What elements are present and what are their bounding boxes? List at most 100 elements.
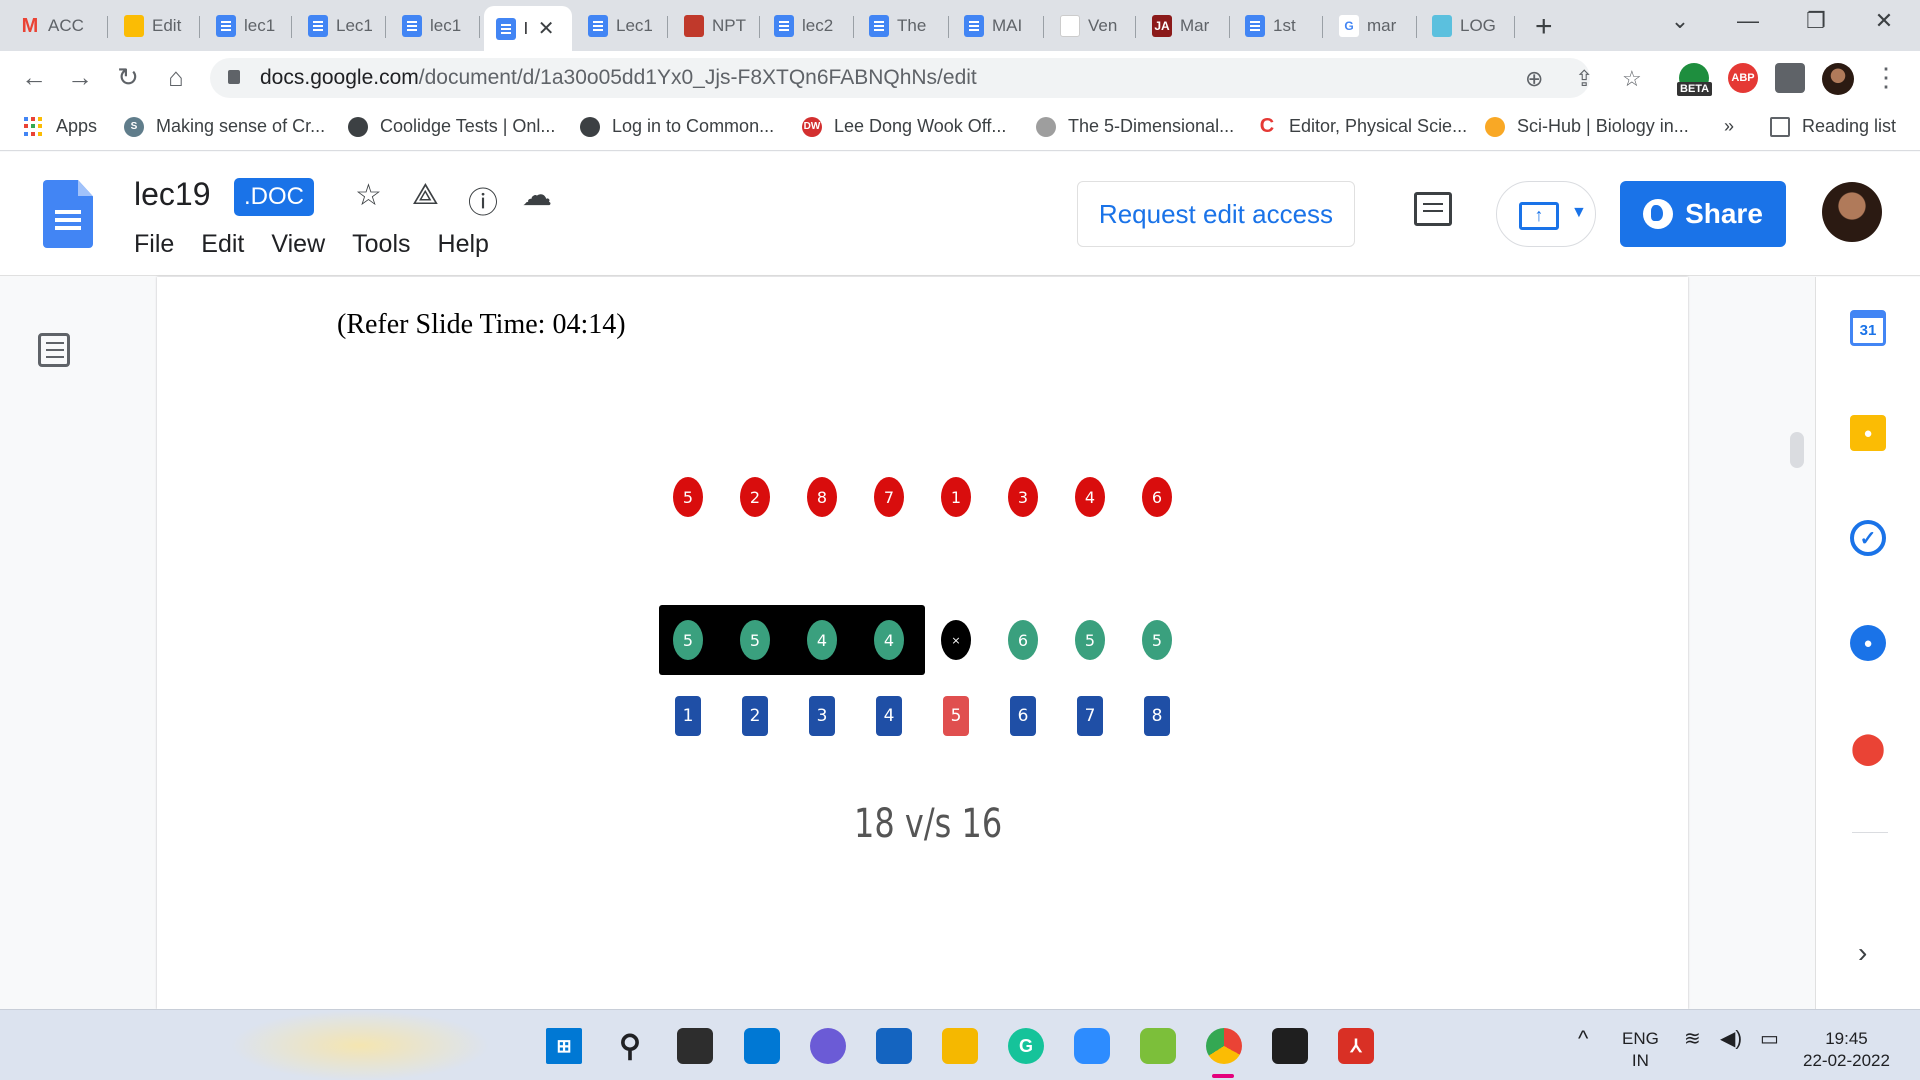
volume-icon[interactable]: ◀) xyxy=(1720,1028,1742,1050)
clock[interactable]: 19:45 22-02-2022 xyxy=(1803,1028,1890,1072)
home-button[interactable]: ⌂ xyxy=(160,62,192,93)
chrome-menu-icon[interactable]: ⋮ xyxy=(1870,62,1902,93)
acrobat-icon[interactable]: ⅄ xyxy=(1338,1028,1374,1064)
chevron-right-icon[interactable]: › xyxy=(1858,937,1867,969)
bookmark-item[interactable]: Log in to Common... xyxy=(580,116,774,137)
tab-active[interactable]: l ✕ xyxy=(484,6,572,51)
browser-tab[interactable]: NPT xyxy=(672,8,760,44)
document-title[interactable]: lec19 xyxy=(134,176,211,213)
nptel-icon xyxy=(684,15,704,37)
menu-view[interactable]: View xyxy=(271,230,325,259)
teams-chat-icon[interactable] xyxy=(810,1028,846,1064)
widgets-icon[interactable] xyxy=(744,1028,780,1064)
zoom-icon[interactable]: ⊕ xyxy=(1525,66,1543,92)
adblock-icon[interactable]: ABP xyxy=(1728,63,1758,93)
bookmark-item[interactable]: S Making sense of Cr... xyxy=(124,116,325,137)
comments-icon[interactable] xyxy=(1414,192,1452,226)
menu-edit[interactable]: Edit xyxy=(201,230,244,259)
cloud-status-icon[interactable]: ☁ xyxy=(522,178,552,213)
close-tab-icon[interactable]: ✕ xyxy=(538,16,555,41)
scihub-icon xyxy=(1485,116,1505,137)
search-icon[interactable]: ⚲ xyxy=(612,1028,648,1064)
bookmark-item[interactable]: DW Lee Dong Wook Off... xyxy=(802,116,1006,137)
profile-avatar[interactable] xyxy=(1822,63,1854,95)
docs-icon xyxy=(774,15,794,37)
notes-app-icon[interactable] xyxy=(1140,1028,1176,1064)
tab-label: MAI xyxy=(992,16,1023,35)
close-window-button[interactable]: ✕ xyxy=(1864,8,1904,34)
browser-tab[interactable]: The xyxy=(857,8,949,44)
red-number-circle: 6 xyxy=(1142,477,1172,517)
lock-icon xyxy=(228,70,240,84)
move-to-drive-icon[interactable]: ⟁ xyxy=(412,178,439,212)
maps-icon[interactable]: ⬤ xyxy=(1850,730,1886,766)
browser-tab[interactable]: Ven xyxy=(1048,8,1136,44)
battery-icon[interactable]: ▭ xyxy=(1760,1028,1779,1050)
docs-logo-icon[interactable] xyxy=(43,180,93,248)
vertical-scrollbar[interactable] xyxy=(1790,432,1804,468)
wifi-icon[interactable]: ≋ xyxy=(1684,1028,1701,1050)
tab-search-chevron-icon[interactable]: ⌄ xyxy=(1660,8,1700,34)
store-icon[interactable] xyxy=(876,1028,912,1064)
browser-tab[interactable]: Gmar xyxy=(1327,8,1417,44)
start-windows-icon[interactable]: ⊞ xyxy=(546,1028,582,1064)
bookmark-apps[interactable]: Apps xyxy=(24,116,97,137)
zoom-app-icon[interactable] xyxy=(1074,1028,1110,1064)
sticky-notes-icon[interactable] xyxy=(1272,1028,1308,1064)
present-button[interactable]: ↑ ▼ xyxy=(1496,181,1596,247)
extensions-puzzle-icon[interactable] xyxy=(1775,63,1805,93)
browser-tab[interactable]: LOG xyxy=(1420,8,1515,44)
request-edit-access-button[interactable]: Request edit access xyxy=(1077,181,1355,247)
index-box: 8 xyxy=(1144,696,1170,736)
info-icon[interactable]: ⓘ xyxy=(468,178,498,222)
tab-separator xyxy=(291,16,292,38)
chrome-icon[interactable] xyxy=(1206,1028,1242,1064)
menu-help[interactable]: Help xyxy=(438,230,489,259)
keep-icon[interactable]: ● xyxy=(1850,415,1886,451)
browser-tab[interactable]: MAI xyxy=(952,8,1044,44)
browser-tab[interactable]: Lec1 xyxy=(576,8,668,44)
docs-icon xyxy=(1245,15,1265,37)
new-tab-button[interactable]: + xyxy=(1535,10,1553,44)
account-avatar[interactable] xyxy=(1822,182,1882,242)
tab-label: 1st xyxy=(1273,16,1296,35)
reading-list[interactable]: Reading list xyxy=(1770,116,1896,137)
reload-button[interactable]: ↻ xyxy=(112,62,144,93)
star-icon[interactable]: ☆ xyxy=(355,178,382,213)
menu-tools[interactable]: Tools xyxy=(352,230,410,259)
bookmark-item[interactable]: Sci-Hub | Biology in... xyxy=(1485,116,1689,137)
file-explorer-icon[interactable] xyxy=(942,1028,978,1064)
bookmark-item[interactable]: The 5-Dimensional... xyxy=(1036,116,1234,137)
document-outline-icon[interactable] xyxy=(38,333,70,367)
bookmark-item[interactable]: Coolidge Tests | Onl... xyxy=(348,116,555,137)
tray-overflow-chevron-icon[interactable]: ^ xyxy=(1578,1028,1588,1050)
browser-tab[interactable]: Edit xyxy=(112,8,200,44)
browser-tab[interactable]: lec1 xyxy=(204,8,292,44)
calendar-icon[interactable]: 31 xyxy=(1850,310,1886,346)
slide-time-reference: (Refer Slide Time: 04:14) xyxy=(337,309,626,340)
menu-file[interactable]: File xyxy=(134,230,174,259)
share-page-icon[interactable]: ⇪ xyxy=(1575,66,1593,92)
browser-tab[interactable]: M ACC xyxy=(8,8,108,44)
share-button[interactable]: Share xyxy=(1620,181,1786,247)
red-number-circle: 3 xyxy=(1008,477,1038,517)
input-language[interactable]: ENG IN xyxy=(1622,1028,1659,1072)
address-bar[interactable]: docs.google.com/document/d/1a30o05dd1Yx0… xyxy=(210,58,1642,98)
restore-button[interactable]: ❐ xyxy=(1796,8,1836,34)
minimize-button[interactable]: — xyxy=(1728,8,1768,34)
grammarly-icon[interactable]: G xyxy=(1008,1028,1044,1064)
forward-button[interactable]: → xyxy=(64,62,96,93)
contacts-icon[interactable]: ● xyxy=(1850,625,1886,661)
browser-tab[interactable]: lec2 xyxy=(762,8,854,44)
browser-tab[interactable]: Lec1 xyxy=(296,8,386,44)
bookmark-item[interactable]: C Editor, Physical Scie... xyxy=(1257,115,1467,137)
green-number-circle: 6 xyxy=(1008,620,1038,660)
browser-tab[interactable]: JA Mar xyxy=(1140,8,1230,44)
back-button[interactable]: ← xyxy=(18,62,50,93)
bookmarks-overflow[interactable]: » xyxy=(1724,116,1734,137)
browser-tab[interactable]: 1st xyxy=(1233,8,1323,44)
task-view-icon[interactable] xyxy=(677,1028,713,1064)
browser-tab[interactable]: lec1 xyxy=(390,8,480,44)
bookmark-star-icon[interactable]: ☆ xyxy=(1622,66,1642,92)
tasks-icon[interactable]: ✓ xyxy=(1850,520,1886,556)
